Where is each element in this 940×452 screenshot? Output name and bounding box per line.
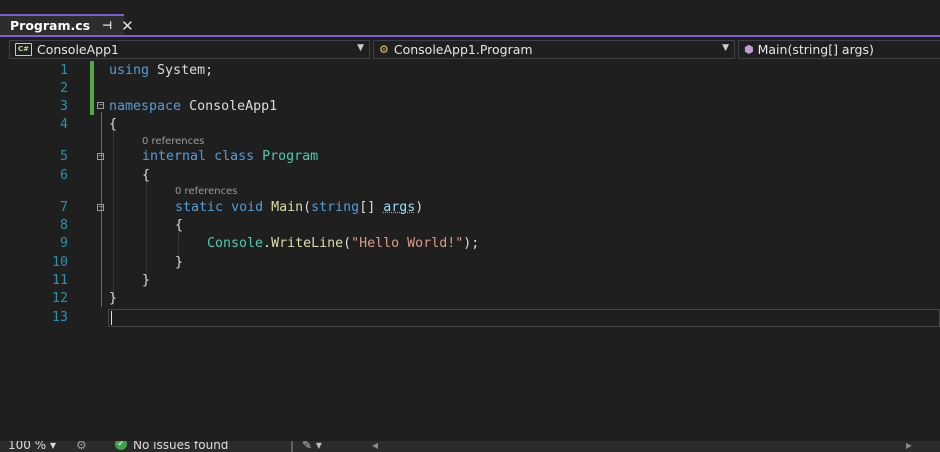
keyword: internal bbox=[142, 149, 207, 164]
method-icon: ⬢ bbox=[744, 43, 754, 56]
punctuation: { bbox=[142, 168, 151, 183]
status-divider: | bbox=[290, 441, 295, 452]
code-line[interactable]: } bbox=[0, 254, 940, 272]
issues-indicator[interactable]: ✓ No issues found bbox=[115, 441, 228, 452]
brush-icon[interactable]: ✎ ▾ bbox=[302, 441, 322, 452]
code-line[interactable]: } bbox=[0, 290, 940, 308]
scroll-left-icon[interactable]: ◂ bbox=[372, 441, 378, 452]
member-dropdown[interactable]: ⬢ Main(string[] args) bbox=[738, 40, 940, 59]
keyword: using bbox=[109, 63, 150, 78]
code-line[interactable]: { bbox=[0, 217, 940, 235]
project-dropdown[interactable]: C# ConsoleApp1 ▼ bbox=[9, 40, 370, 59]
keyword: namespace bbox=[109, 99, 182, 114]
punctuation: . bbox=[263, 236, 272, 251]
punctuation: ( bbox=[343, 236, 352, 251]
class-icon: ⚙ bbox=[379, 43, 389, 56]
zoom-level-value: 100 % bbox=[8, 441, 47, 452]
punctuation: } bbox=[109, 291, 118, 306]
string-literal: "Hello World!" bbox=[351, 236, 464, 251]
member-dropdown-value: Main(string[] args) bbox=[757, 42, 874, 57]
close-icon[interactable]: ✕ bbox=[121, 17, 134, 35]
code-line[interactable]: Console.WriteLine("Hello World!"); bbox=[0, 235, 940, 253]
navigation-bar: C# ConsoleApp1 ▼ ⚙ ConsoleApp1.Program ▼… bbox=[0, 37, 940, 61]
document-tab-strip: Program.cs ⊣ ✕ bbox=[0, 0, 940, 37]
punctuation: ) bbox=[415, 200, 424, 215]
pin-icon[interactable]: ⊣ bbox=[102, 19, 112, 32]
code-line[interactable]: using System; bbox=[0, 62, 940, 80]
parameter: args bbox=[383, 200, 416, 215]
type-dropdown-value: ConsoleApp1.Program bbox=[393, 42, 533, 57]
type-dropdown[interactable]: ⚙ ConsoleApp1.Program ▼ bbox=[373, 40, 735, 59]
scroll-right-icon[interactable]: ▸ bbox=[906, 441, 912, 452]
code-line[interactable]: { bbox=[0, 116, 940, 134]
code-line[interactable]: static void Main(string[] args) bbox=[0, 199, 940, 217]
type-name: Console bbox=[207, 236, 264, 251]
code-line[interactable]: } bbox=[0, 272, 940, 290]
chevron-down-icon: ▼ bbox=[357, 43, 364, 53]
zoom-level-dropdown[interactable]: 100 % ▾ bbox=[8, 441, 56, 452]
punctuation: ( bbox=[303, 200, 312, 215]
type-name: Program bbox=[262, 149, 319, 164]
text-cursor bbox=[111, 311, 112, 325]
code-line[interactable]: internal class Program bbox=[0, 148, 940, 166]
check-circle-icon: ✓ bbox=[115, 441, 127, 450]
code-line[interactable]: namespace ConsoleApp1 bbox=[0, 98, 940, 116]
punctuation: ; bbox=[205, 63, 214, 78]
keyword: static bbox=[175, 200, 224, 215]
code-line[interactable]: { bbox=[0, 167, 940, 185]
punctuation: { bbox=[175, 218, 184, 233]
punctuation: ); bbox=[463, 236, 480, 251]
codelens-references[interactable]: 0 references bbox=[175, 186, 238, 197]
tab-program-cs[interactable]: Program.cs ⊣ ✕ bbox=[0, 14, 134, 35]
keyword: string bbox=[311, 200, 360, 215]
current-line-highlight[interactable] bbox=[108, 309, 940, 327]
chevron-down-icon: ▼ bbox=[722, 43, 729, 53]
editor-status-bar: 100 % ▾ ⚙ ✓ No issues found | ✎ ▾ ◂ ▸ bbox=[0, 441, 940, 452]
punctuation: { bbox=[109, 117, 118, 132]
settings-icon[interactable]: ⚙ bbox=[76, 441, 87, 452]
identifier: ConsoleApp1 bbox=[189, 99, 278, 114]
issues-text: No issues found bbox=[133, 441, 229, 452]
method-name: WriteLine bbox=[271, 236, 344, 251]
punctuation: } bbox=[175, 255, 184, 270]
punctuation: } bbox=[142, 273, 151, 288]
keyword: void bbox=[231, 200, 264, 215]
line-number: 13 bbox=[51, 310, 68, 325]
line-number: 2 bbox=[59, 81, 68, 96]
project-dropdown-value: ConsoleApp1 bbox=[37, 42, 119, 57]
csharp-project-icon: C# bbox=[15, 43, 32, 56]
method-name: Main bbox=[271, 200, 304, 215]
identifier: System bbox=[157, 63, 206, 78]
tab-title: Program.cs bbox=[10, 18, 91, 33]
codelens-references[interactable]: 0 references bbox=[142, 136, 205, 147]
keyword: class bbox=[214, 149, 255, 164]
punctuation: [] bbox=[359, 200, 384, 215]
